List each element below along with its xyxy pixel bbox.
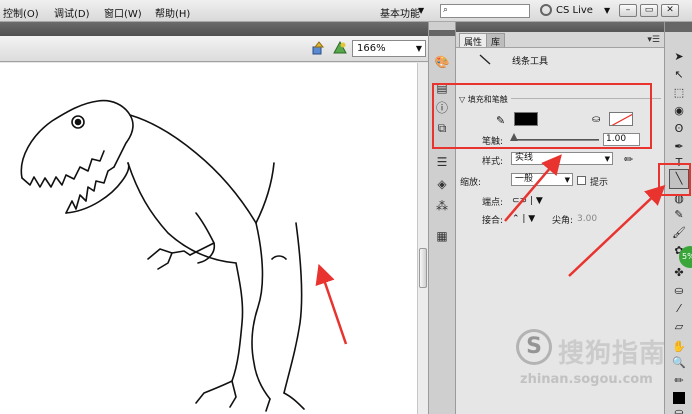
arrow-to-panel (504, 154, 562, 222)
sogou-logo: S (516, 329, 552, 365)
watermark-url: zhinan.sogou.com (520, 372, 653, 387)
watermark-text: 搜狗指南 (558, 339, 667, 369)
arrow-to-stage (315, 263, 348, 345)
arrow-to-tool (568, 184, 666, 277)
flash-window: 控制(O) 调试(D) 窗口(W) 帮助(H) 基本功能 ▼ ⌕ CS Live… (0, 0, 692, 414)
